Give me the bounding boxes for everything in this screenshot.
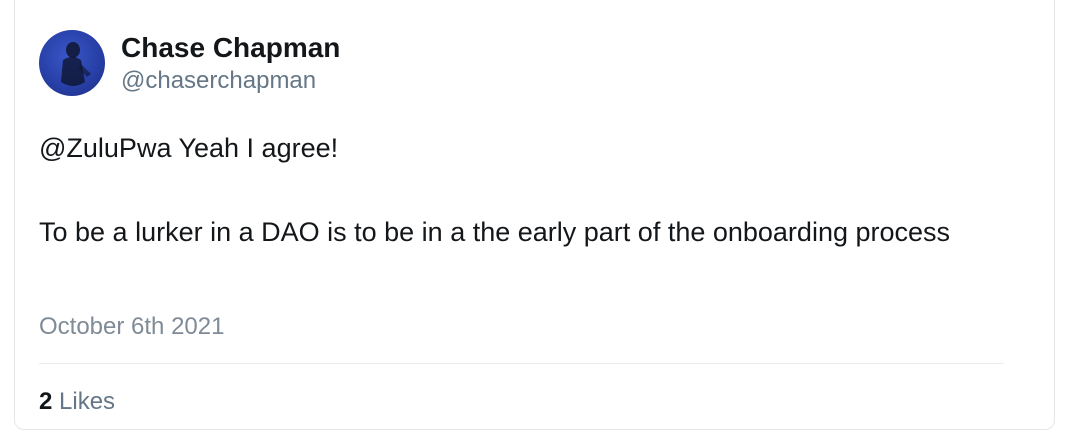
tweet-text-line: To be a lurker in a DAO is to be in a th… [39,217,951,247]
likes-label: Likes [59,388,116,415]
author-handle[interactable]: @chaserchapman [121,67,316,95]
tweet-text-line: @ZuluPwa Yeah I agree! [39,133,339,163]
author-display-name[interactable]: Chase Chapman [121,32,340,64]
user-avatar-icon[interactable] [39,30,105,96]
likes-count: 2 [39,388,53,415]
tweet-timestamp[interactable]: October 6th 2021 [39,313,224,341]
tweet-text: @ZuluPwa Yeah I agree! To be a lurker in… [39,127,999,253]
divider [39,363,1004,364]
likes-summary[interactable]: 2 Likes [39,388,115,416]
